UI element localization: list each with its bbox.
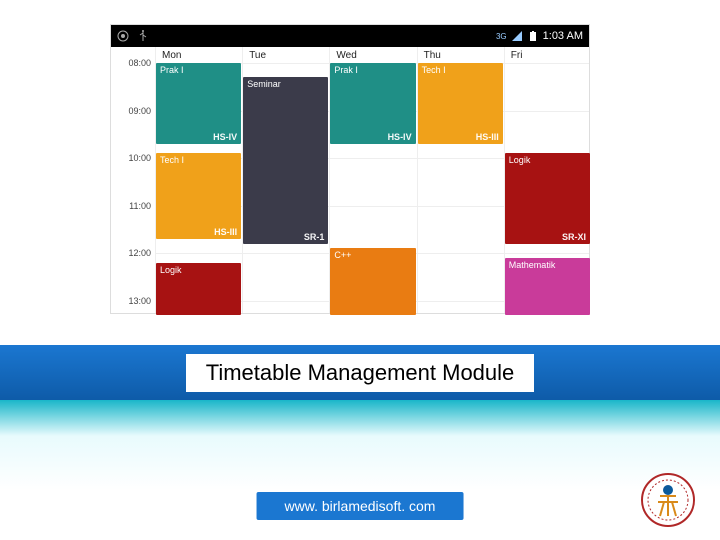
event-room: HS-III [214,227,237,237]
time-label: 08:00 [128,58,151,68]
company-logo [640,472,696,528]
day-header: Tue [242,47,329,63]
timetable-grid[interactable]: 08:00 09:00 10:00 11:00 12:00 13:00 MonTueWed… [111,47,589,313]
footer-url[interactable]: www. birlamedisoft. com [257,492,464,520]
event-title: Logik [509,155,586,165]
event-room: SR-1 [304,232,325,242]
event-room: HS-III [476,132,499,142]
event-room: HS-IV [388,132,412,142]
event-title: Tech I [160,155,237,165]
day-header: Fri [504,47,591,63]
event-title: Mathematik [509,260,586,270]
decorative-band [0,400,720,490]
time-label: 12:00 [128,248,151,258]
timetable-event[interactable]: Logik SR-XI [505,153,590,243]
signal-icon [511,30,523,42]
event-title: Prak I [334,65,411,75]
event-title: Logik [160,265,237,275]
battery-icon [527,30,539,42]
timetable-event[interactable]: C++ [330,248,415,315]
event-room: SR-XI [562,232,586,242]
android-status-bar: 3G 1:03 AM [111,25,589,47]
timetable-event[interactable]: Tech I HS-III [418,63,503,144]
time-label: 11:00 [129,201,151,211]
event-title: Seminar [247,79,324,89]
phone-screenshot: 3G 1:03 AM 08:00 09:00 10:00 11:00 12:00 13:0… [110,24,590,314]
day-header: Thu [417,47,504,63]
timetable-event[interactable]: Prak I HS-IV [330,63,415,144]
event-title: Prak I [160,65,237,75]
timetable-event[interactable]: Mathematik [505,258,590,315]
day-header: Mon [155,47,242,63]
title-bar: Timetable Management Module [0,345,720,400]
timetable-event[interactable]: Prak I HS-IV [156,63,241,144]
event-room: HS-IV [213,132,237,142]
page-title: Timetable Management Module [186,354,535,392]
timetable-event[interactable]: Tech I HS-III [156,153,241,239]
event-title: C++ [334,250,411,260]
day-header: Wed [329,47,416,63]
time-label: 09:00 [128,106,151,116]
time-label: 10:00 [128,153,151,163]
network-label: 3G [496,32,507,41]
notify-icon [117,30,129,42]
timetable-event[interactable]: Seminar SR-1 [243,77,328,243]
timetable-event[interactable]: Logik [156,263,241,315]
time-label: 13:00 [128,296,151,306]
event-title: Tech I [422,65,499,75]
clock: 1:03 AM [543,30,583,42]
usb-icon [137,30,149,42]
